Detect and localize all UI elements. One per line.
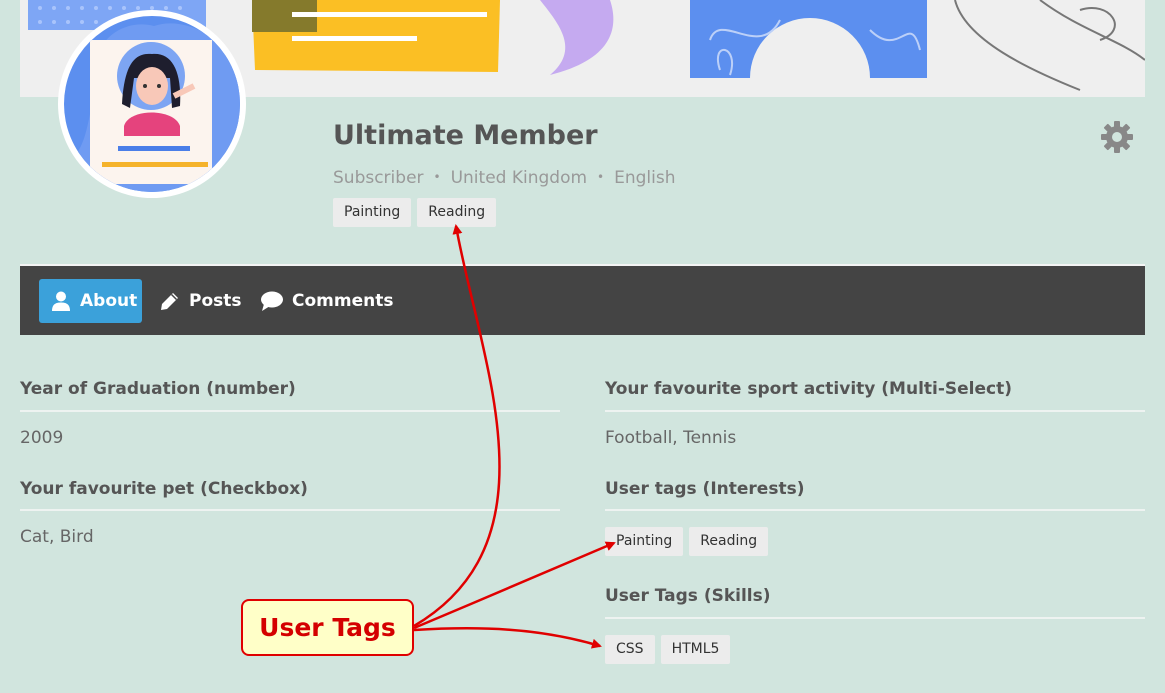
pencil-icon xyxy=(161,292,178,310)
meta-separator: • xyxy=(597,170,605,184)
user-icon xyxy=(52,291,70,311)
profile-nav: About Posts Comments xyxy=(20,264,1145,335)
tab-comments[interactable]: Comments xyxy=(261,279,393,323)
tag-css[interactable]: CSS xyxy=(605,635,655,664)
meta-separator: • xyxy=(433,170,441,184)
tab-posts[interactable]: Posts xyxy=(159,279,242,323)
profile-header-tags: Painting Reading xyxy=(333,198,502,227)
arrow-to-skills xyxy=(413,627,602,649)
divider xyxy=(605,410,1145,412)
profile-country: United Kingdom xyxy=(450,168,588,188)
profile-meta: Subscriber • United Kingdom • English xyxy=(333,168,676,188)
profile-avatar[interactable] xyxy=(58,10,246,198)
pet-label: Your favourite pet (Checkbox) xyxy=(20,479,308,499)
tab-about-label: About xyxy=(80,291,138,311)
profile-name: Ultimate Member xyxy=(333,120,598,151)
tag-painting[interactable]: Painting xyxy=(333,198,412,227)
gear-icon[interactable] xyxy=(1099,119,1135,155)
tab-about[interactable]: About xyxy=(39,279,142,323)
divider xyxy=(605,617,1145,619)
tab-posts-label: Posts xyxy=(189,291,242,311)
skills-label: User Tags (Skills) xyxy=(605,586,771,606)
skills-tags: CSS HTML5 xyxy=(605,635,736,664)
graduation-label: Year of Graduation (number) xyxy=(20,379,296,399)
tag-reading[interactable]: Reading xyxy=(417,198,497,227)
tag-html5[interactable]: HTML5 xyxy=(660,635,731,664)
interests-tags: Painting Reading xyxy=(605,527,774,556)
interests-label: User tags (Interests) xyxy=(605,479,805,499)
sport-value: Football, Tennis xyxy=(605,428,737,448)
avatar-image xyxy=(64,16,240,192)
graduation-value: 2009 xyxy=(20,428,64,448)
pet-value: Cat, Bird xyxy=(20,527,94,547)
tag-reading[interactable]: Reading xyxy=(689,527,769,556)
tag-painting[interactable]: Painting xyxy=(605,527,684,556)
profile-language: English xyxy=(614,168,676,188)
divider xyxy=(20,509,560,511)
tab-comments-label: Comments xyxy=(292,291,394,311)
sport-label: Your favourite sport activity (Multi-Sel… xyxy=(605,379,1013,399)
avatar-illustration xyxy=(64,23,240,192)
divider xyxy=(20,410,560,412)
divider xyxy=(605,509,1145,511)
comment-icon xyxy=(261,291,283,311)
profile-role: Subscriber xyxy=(333,168,424,188)
user-tags-callout: User Tags xyxy=(241,599,414,656)
arrow-to-interests xyxy=(413,541,616,630)
